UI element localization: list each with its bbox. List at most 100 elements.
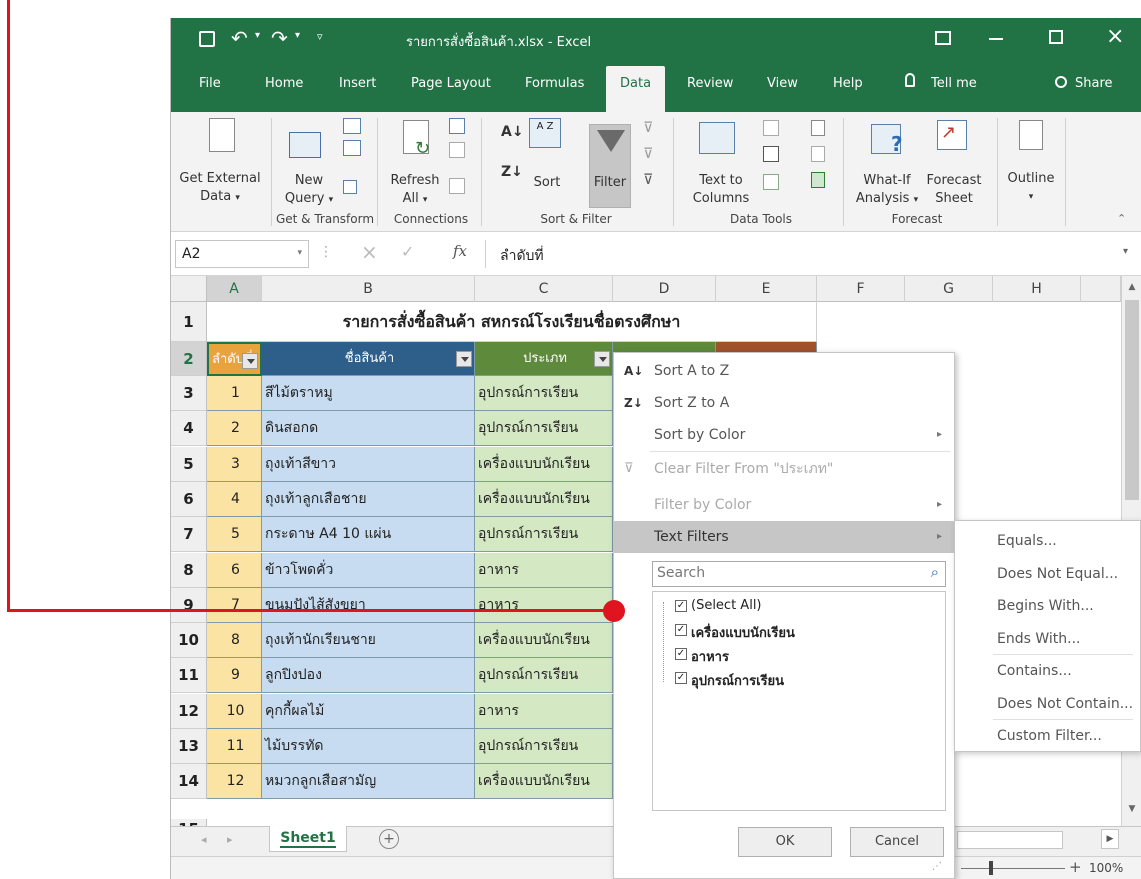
tab-home[interactable]: Home [265,76,303,91]
cell-order[interactable]: 4 [207,482,262,517]
relationships-icon[interactable] [811,146,825,162]
reapply-icon[interactable]: ⊽ [643,146,653,162]
scroll-thumb[interactable] [1125,300,1139,500]
sort-a-to-z-icon[interactable]: A↓ [501,124,524,140]
tab-insert[interactable]: Insert [339,76,376,91]
recent-sources-icon[interactable] [343,180,357,194]
edit-links-icon[interactable] [449,178,465,194]
tab-file[interactable]: File [199,76,221,91]
row-header-15[interactable]: 15 [171,819,207,826]
cell-product[interactable]: คุกกี้ผลไม้ [262,694,475,729]
cell-product[interactable]: ดินสอกด [262,411,475,446]
resize-grip-icon[interactable]: ⋰ [932,861,942,872]
filter-dropdown-b[interactable] [456,351,472,367]
cell-type[interactable]: อุปกรณ์การเรียน [475,411,613,446]
menu-sort-by-color[interactable]: Sort by Color ▸ [614,419,954,451]
checkbox-icon[interactable]: ✓ [675,624,687,636]
ribbon-display-options-icon[interactable] [935,31,951,45]
checkbox-item-food[interactable]: ✓ อาหาร [675,646,729,665]
scroll-up-icon[interactable]: ▲ [1122,276,1141,298]
cell-order[interactable]: 12 [207,764,262,799]
scroll-right-icon[interactable]: ▶ [1101,829,1119,849]
expand-formula-icon[interactable]: ▾ [1123,246,1128,257]
cancel-button[interactable]: Cancel [850,827,944,857]
checkbox-item-supplies[interactable]: ✓ อุปกรณ์การเรียน [675,670,784,689]
collapse-ribbon-icon[interactable]: ⌃ [1117,212,1126,225]
cell-product[interactable]: สีไม้ตราหมู [262,376,475,411]
undo-dropdown-icon[interactable]: ▾ [255,30,260,41]
cell-type[interactable]: อาหาร [475,694,613,729]
cell-product[interactable]: หมวกลูกเสือสามัญ [262,764,475,799]
cell-order[interactable]: 3 [207,447,262,482]
sort-button[interactable]: Sort [527,174,567,192]
header-cell-product[interactable]: ชื่อสินค้า [262,342,475,376]
tab-help[interactable]: Help [833,76,863,91]
cell-type[interactable]: อุปกรณ์การเรียน [475,729,613,764]
cell-product[interactable]: กระดาษ A4 10 แผ่น [262,517,475,552]
row-header-2[interactable]: 2 [171,342,207,376]
header-cell-order[interactable]: ลำดับที่ [207,342,262,376]
cell-order[interactable]: 11 [207,729,262,764]
menu-sort-a-to-z[interactable]: A↓ Sort A to Z [614,355,954,387]
column-header-a[interactable]: A [207,276,262,302]
text-to-columns-button[interactable]: Text to Columns [689,172,753,208]
cell-product[interactable]: ถุงเท้าสีขาว [262,447,475,482]
row-header[interactable]: 14 [171,764,207,799]
submenu-item-does-not-contain[interactable]: Does Not Contain... [955,688,1140,720]
row-header[interactable]: 8 [171,553,207,588]
tab-data[interactable]: Data [606,66,666,112]
new-query-button[interactable]: New Query ▾ [279,172,339,209]
save-icon[interactable] [199,31,215,47]
forecast-sheet-button[interactable]: Forecast Sheet [923,172,985,208]
cell-type[interactable]: เครื่องแบบนักเรียน [475,623,613,658]
row-header[interactable]: 11 [171,658,207,693]
get-external-data-button[interactable]: Get External Data ▾ [177,170,263,207]
select-all-corner[interactable] [171,276,207,302]
cell-type[interactable]: อาหาร [475,553,613,588]
connections-icon[interactable] [449,118,465,134]
share-button[interactable]: Share [1075,76,1113,91]
insert-function-icon[interactable]: fx [453,242,467,260]
outline-button[interactable]: Outline ▾ [1003,170,1059,206]
consolidate-icon[interactable] [811,120,825,136]
cell-type[interactable]: เครื่องแบบนักเรียน [475,764,613,799]
ok-button[interactable]: OK [738,827,832,857]
cell-type[interactable]: อุปกรณ์การเรียน [475,517,613,552]
cell-type[interactable]: อุปกรณ์การเรียน [475,376,613,411]
checkbox-icon[interactable]: ✓ [675,600,687,612]
redo-icon[interactable]: ↷ [271,26,288,50]
cell-product[interactable]: ลูกปิงปอง [262,658,475,693]
prev-sheet-icon[interactable]: ◂ [201,833,207,846]
cell-order[interactable]: 7 [207,588,262,623]
column-header-f[interactable]: F [817,276,905,302]
share-icon[interactable] [1055,76,1067,88]
row-header[interactable]: 6 [171,482,207,517]
clear-filter-icon[interactable]: ⊽ [643,120,653,136]
checkbox-icon[interactable]: ✓ [675,672,687,684]
checkbox-item-uniform[interactable]: ✓ เครื่องแบบนักเรียน [675,622,795,641]
what-if-analysis-button[interactable]: What-If Analysis ▾ [851,172,923,209]
checkbox-item-select-all[interactable]: ✓ (Select All) [675,598,762,616]
row-header[interactable]: 12 [171,694,207,729]
advanced-filter-icon[interactable]: ⊽ [643,172,653,188]
tab-page-layout[interactable]: Page Layout [411,76,491,91]
data-validation-icon[interactable] [763,174,779,190]
filter-search-box[interactable]: Search ⌕ [652,561,946,587]
enter-icon[interactable]: ✓ [401,242,414,261]
tab-review[interactable]: Review [687,76,733,91]
cell-product[interactable]: ไม้บรรทัด [262,729,475,764]
filter-dropdown-a[interactable] [242,353,258,369]
menu-sort-z-to-a[interactable]: Z↓ Sort Z to A [614,387,954,419]
name-box-dropdown-icon[interactable]: ▾ [297,248,302,258]
filter-values-list[interactable]: ✓ (Select All) ✓ เครื่องแบบนักเรียน ✓ อา… [652,591,946,811]
cell-order[interactable]: 6 [207,553,262,588]
submenu-item-equals[interactable]: Equals... [955,525,1140,557]
new-sheet-icon[interactable]: + [379,829,399,849]
cell-type[interactable]: อาหาร [475,588,613,623]
name-box[interactable]: A2 ▾ [175,240,309,268]
cell-product[interactable]: ขนมปังไส้สังขยา [262,588,475,623]
cancel-icon[interactable]: × [361,240,378,264]
submenu-item-custom-filter[interactable]: Custom Filter... [955,720,1140,752]
formula-input[interactable]: ลำดับที่ [485,240,1135,268]
cell-order[interactable]: 2 [207,411,262,446]
